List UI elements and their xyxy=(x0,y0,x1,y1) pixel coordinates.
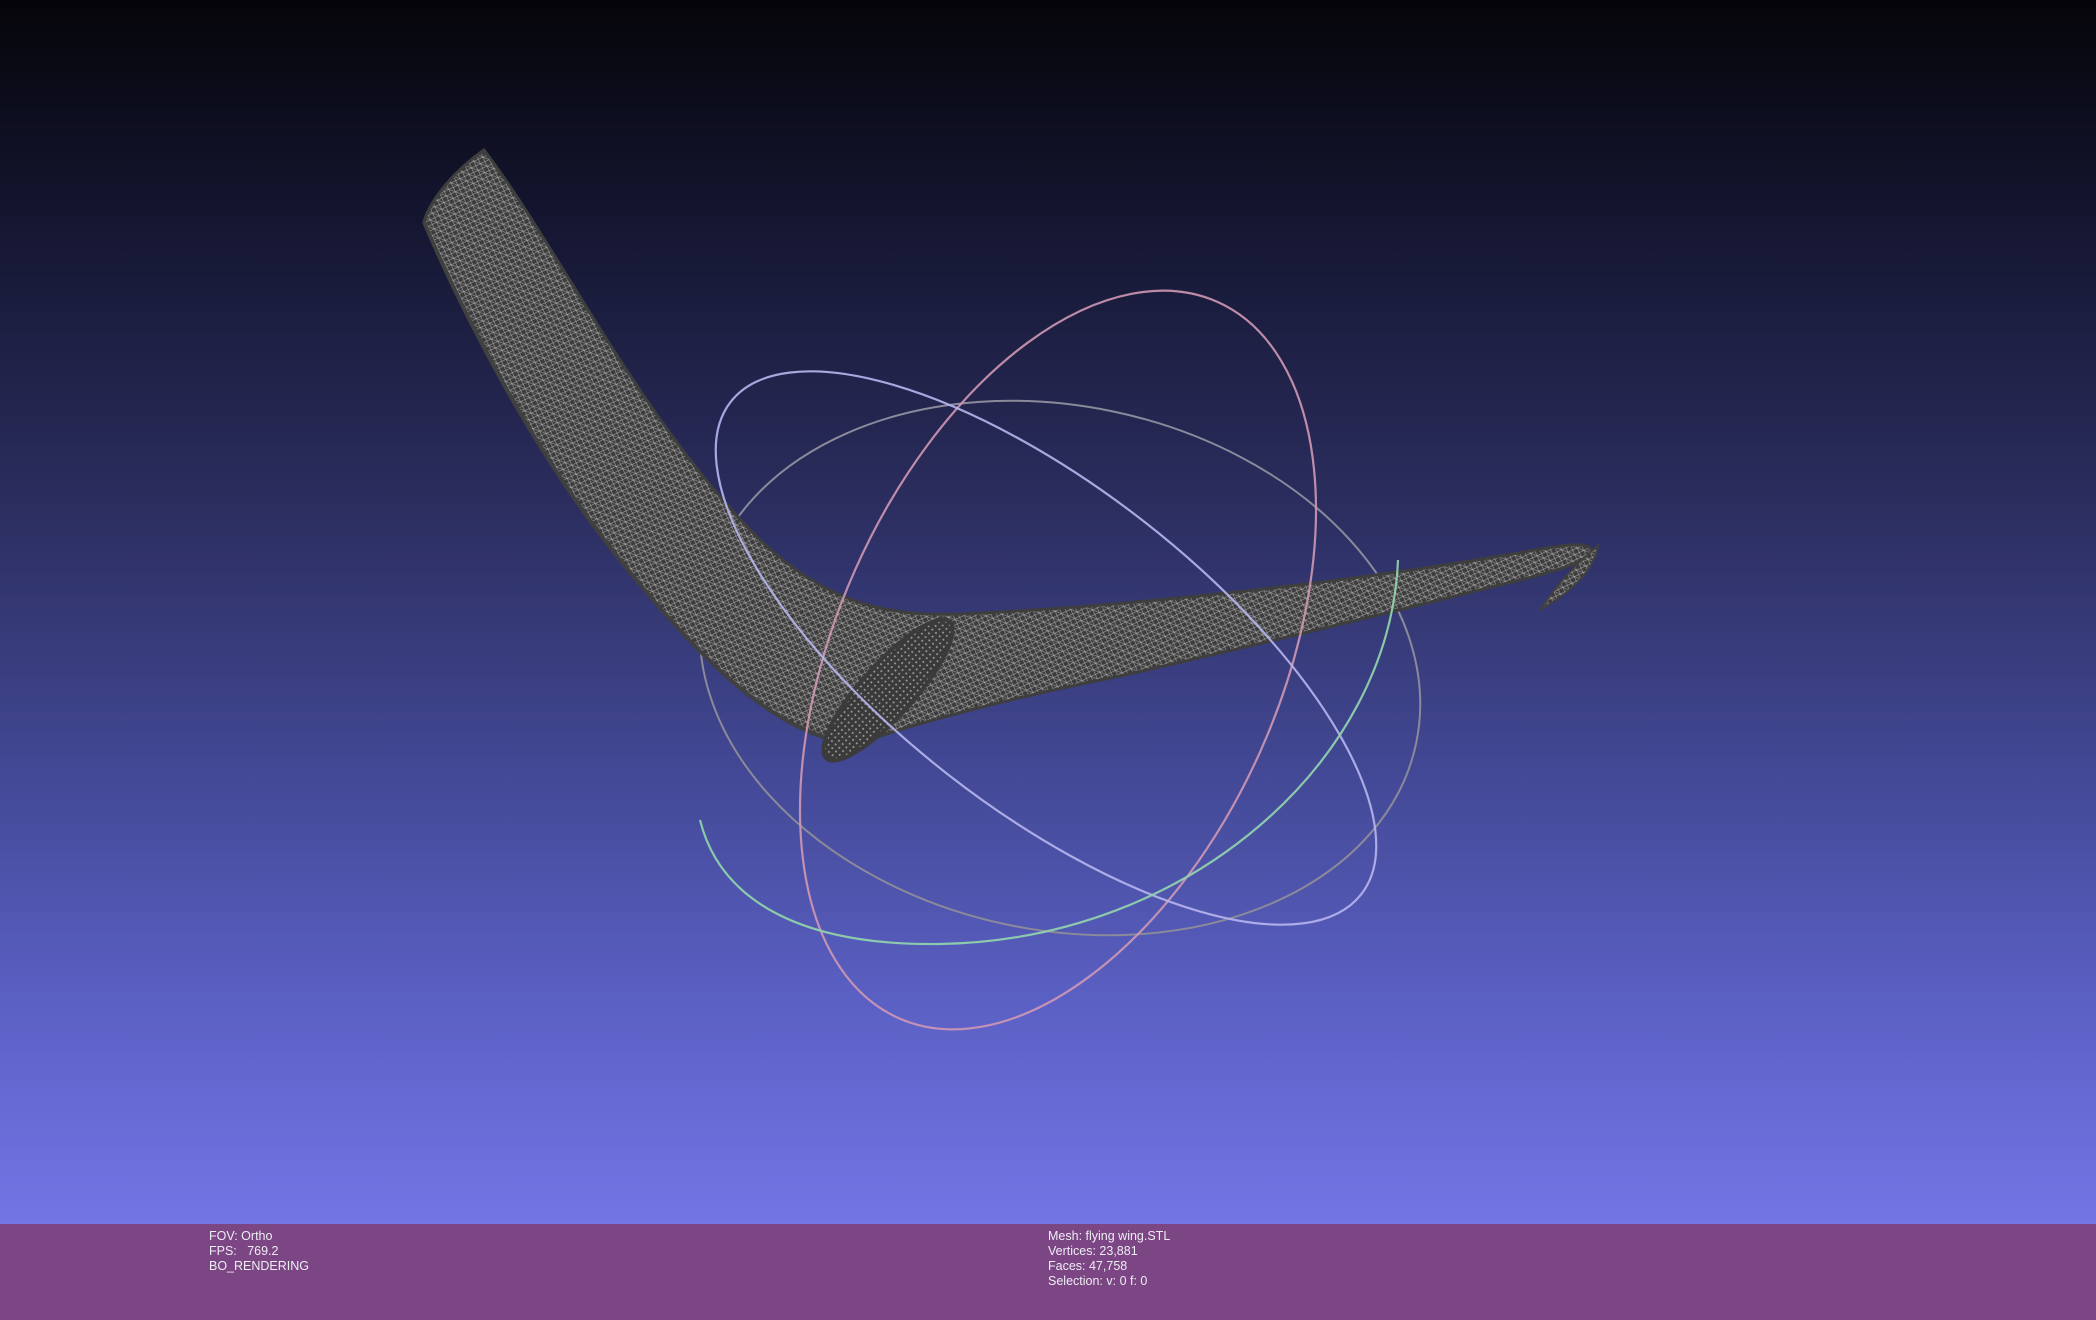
flying-wing-mesh xyxy=(422,147,1600,763)
mesh-info: Mesh: flying wing.STL Vertices: 23,881 F… xyxy=(1048,1229,1170,1289)
mesh-name-readout: Mesh: flying wing.STL xyxy=(1048,1229,1171,1243)
vertices-readout: Vertices: 23,881 xyxy=(1048,1244,1138,1258)
faces-readout: Faces: 47,758 xyxy=(1048,1259,1128,1273)
mesh-scene[interactable] xyxy=(0,0,2096,1224)
render-info: FOV: Ortho FPS: 769.2 BO_RENDERING xyxy=(209,1229,309,1274)
fov-readout: FOV: Ortho xyxy=(209,1229,273,1243)
fps-readout: FPS: 769.2 xyxy=(209,1244,279,1258)
status-info-bar: FOV: Ortho FPS: 769.2 BO_RENDERING Mesh:… xyxy=(0,1224,2096,1320)
selection-readout: Selection: v: 0 f: 0 xyxy=(1048,1274,1148,1288)
wing-surface xyxy=(422,147,1593,746)
3d-viewport[interactable] xyxy=(0,0,2096,1224)
render-mode-readout: BO_RENDERING xyxy=(209,1259,310,1273)
